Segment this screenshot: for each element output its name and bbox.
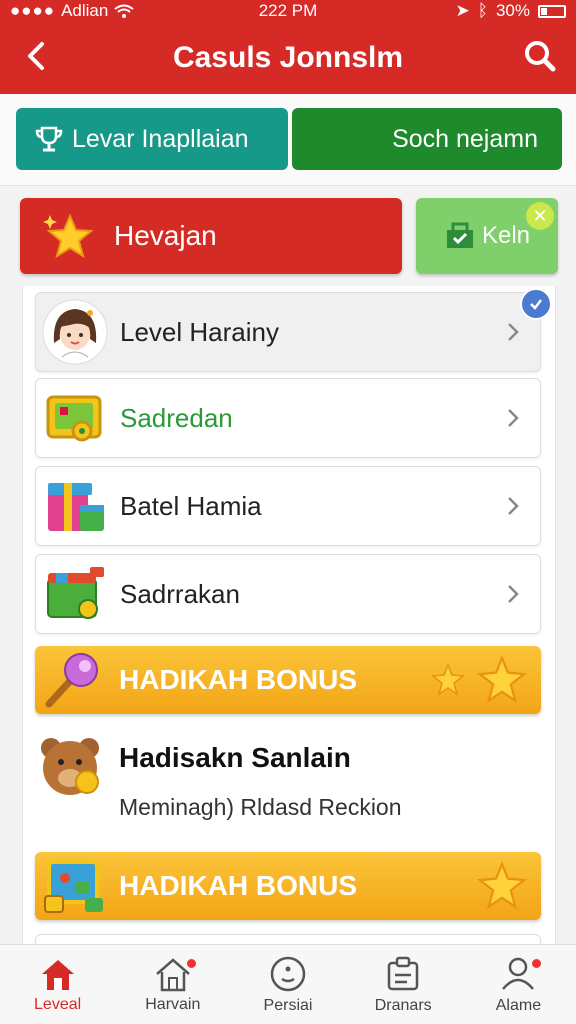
top-action-row: Levar Inapllaian Soch nejamn xyxy=(0,94,576,186)
tab-alame[interactable]: Alame xyxy=(461,945,576,1024)
menu-item-label: Sadrrakan xyxy=(120,578,240,609)
app-header: Casuls Jonnslm xyxy=(0,22,576,94)
gift-boxes-icon xyxy=(40,471,110,541)
star-icon xyxy=(431,663,465,696)
magic-wand-icon xyxy=(45,653,98,708)
bonus-banner-label: HADIKAH BONUS xyxy=(119,870,357,901)
toy-chest-icon xyxy=(40,559,110,629)
wifi-icon xyxy=(114,4,134,18)
tab-harvain[interactable]: Harvain xyxy=(115,945,230,1024)
tab-label: Harvain xyxy=(145,995,201,1013)
star-icon xyxy=(43,213,94,259)
menu-item-label: Level Harainy xyxy=(120,316,279,347)
location-icon: ➤ xyxy=(455,1,470,20)
treasure-map-icon xyxy=(40,383,110,453)
avatar xyxy=(40,297,110,367)
star-icon xyxy=(477,861,527,910)
star-icon xyxy=(477,655,527,704)
hevajan-label: Hevajan xyxy=(114,220,217,251)
reward-title: Hadisakn Sanlain xyxy=(119,742,351,773)
tab-persiai[interactable]: Persiai xyxy=(230,945,345,1024)
bonus-banner-label: HADIKAH BONUS xyxy=(119,664,357,695)
page-title: Casuls Jonnslm xyxy=(172,41,404,74)
reward-card[interactable]: Hadisakn Sanlain Meminagh) Rldasd Reckio… xyxy=(35,720,541,840)
gift-box-icon xyxy=(446,222,473,248)
clipboard-icon xyxy=(387,956,419,990)
tab-dranars[interactable]: Dranars xyxy=(346,945,461,1024)
close-icon: ✕ xyxy=(532,205,548,226)
battery-icon xyxy=(537,4,566,18)
search-icon xyxy=(525,41,556,72)
bonus-banner[interactable]: HADIKAH BONUS xyxy=(35,852,541,920)
picture-frame-icon xyxy=(44,860,103,913)
chevron-left-icon xyxy=(28,42,44,70)
keln-button[interactable]: Keln ✕ xyxy=(416,198,558,274)
tab-label: Leveal xyxy=(34,995,82,1013)
girl-avatar-icon xyxy=(42,299,108,365)
check-badge[interactable] xyxy=(520,288,552,320)
notification-dot xyxy=(532,959,542,968)
chevron-right-icon xyxy=(498,579,528,609)
trophy-icon xyxy=(35,126,63,152)
chevron-right-icon xyxy=(498,317,528,347)
tab-label: Alame xyxy=(495,996,542,1014)
reward-subtitle: Meminagh) Rldasd Reckion xyxy=(119,794,402,820)
chevron-right-icon xyxy=(498,403,528,433)
menu-panel: Level Harainy Sadredan Batel Hamia Sadrr… xyxy=(22,286,556,950)
soch-button[interactable]: Soch nejamn xyxy=(292,108,562,170)
tab-leveal[interactable]: Leveal xyxy=(0,945,115,1024)
menu-item-sadrrakan[interactable]: Sadrrakan xyxy=(35,554,541,634)
teddy-bear-icon xyxy=(35,732,113,810)
menu-item-sadredan[interactable]: Sadredan xyxy=(35,378,541,458)
tab-label: Persiai xyxy=(263,996,313,1014)
levar-button[interactable]: Levar Inapllaian xyxy=(16,108,288,170)
levar-button-label: Levar Inapllaian xyxy=(72,124,249,153)
signal-icon: ●●●● xyxy=(10,1,56,20)
close-badge[interactable]: ✕ xyxy=(526,202,554,230)
search-button[interactable] xyxy=(520,36,560,76)
hevajan-button[interactable]: Hevajan xyxy=(20,198,402,274)
compass-icon xyxy=(270,956,306,991)
soch-button-label: Soch nejamn xyxy=(392,124,538,153)
bottom-tab-bar: Leveal Harvain Persiai Dranars Alame xyxy=(0,944,576,1024)
menu-item-label: Batel Hamia xyxy=(120,490,262,521)
tab-label: Dranars xyxy=(374,996,432,1014)
status-time: 222 PM xyxy=(258,1,318,20)
menu-item-batel[interactable]: Batel Hamia xyxy=(35,466,541,546)
keln-label: Keln xyxy=(481,222,531,249)
battery-percent: 30% xyxy=(495,1,530,20)
notification-dot xyxy=(186,959,196,968)
check-icon xyxy=(530,299,542,310)
chevron-right-icon xyxy=(498,491,528,521)
feature-row: Hevajan Keln ✕ xyxy=(0,186,576,286)
bonus-banner[interactable]: HADIKAH BONUS xyxy=(35,646,541,714)
status-bar: ●●●● Adlian 222 PM ➤ ᛒ 30% xyxy=(0,0,576,22)
back-button[interactable] xyxy=(16,36,56,76)
carrier-label: Adlian xyxy=(61,1,109,20)
menu-item-level[interactable]: Level Harainy xyxy=(35,292,541,372)
bluetooth-icon: ᛒ xyxy=(477,1,488,20)
home-icon xyxy=(41,959,74,990)
menu-item-label: Sadredan xyxy=(120,402,233,433)
